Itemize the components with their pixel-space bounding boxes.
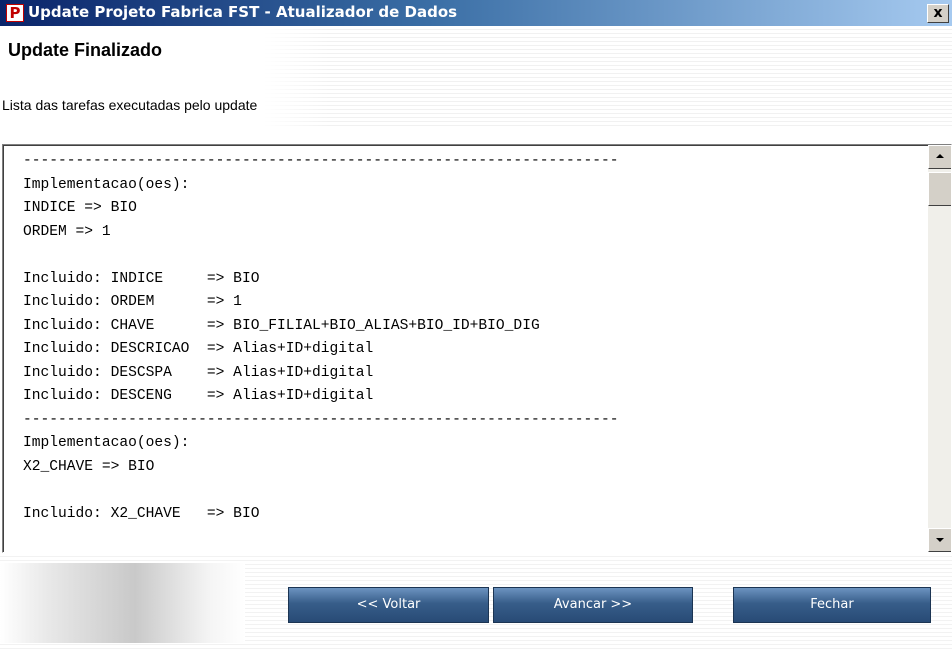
log-line: Incluido: X2_CHAVE => BIO — [23, 505, 260, 522]
log-line: X2_CHAVE => BIO — [23, 458, 155, 475]
task-log-content: ----------------------------------------… — [3, 145, 928, 552]
page-title: Update Finalizado — [8, 40, 163, 60]
close-window-button[interactable]: x — [927, 4, 949, 23]
log-line: Implementacao(oes): — [23, 435, 190, 451]
back-button[interactable]: << Voltar — [288, 587, 489, 623]
app-icon: P — [6, 4, 24, 22]
arrow-up-icon — [936, 154, 944, 158]
vertical-scrollbar[interactable] — [928, 145, 951, 552]
title-bar[interactable]: P Update Projeto Fabrica FST - Atualizad… — [0, 0, 952, 26]
footer-decoration — [0, 563, 245, 643]
arrow-down-icon — [936, 538, 944, 542]
next-button[interactable]: Avancar >> — [493, 587, 693, 623]
scroll-thumb[interactable] — [928, 172, 951, 206]
log-line: INDICE => BIO — [23, 200, 137, 216]
log-line: Implementacao(oes): — [23, 176, 190, 193]
log-line: ORDEM => 1 — [23, 223, 111, 240]
log-line: Incluido: DESCSPA => Alias+ID+digital — [23, 364, 374, 381]
scroll-up-button[interactable] — [928, 145, 951, 169]
window-title: Update Projeto Fabrica FST - Atualizador… — [28, 3, 458, 21]
page-subtitle: Lista das tarefas executadas pelo update — [2, 97, 258, 113]
log-line: Incluido: INDICE => BIO — [23, 270, 260, 287]
task-log-lines: ----------------------------------------… — [4, 150, 619, 526]
log-line: Incluido: CHAVE => BIO_FILIAL+BIO_ALIAS+… — [23, 317, 540, 334]
log-line: ----------------------------------------… — [23, 153, 619, 169]
log-line: ----------------------------------------… — [23, 411, 619, 428]
log-line: Incluido: ORDEM => 1 — [23, 294, 242, 310]
scroll-down-button[interactable] — [928, 528, 951, 552]
log-line: Incluido: DESCRICAO => Alias+ID+digital — [23, 341, 374, 357]
log-line: Incluido: DESCENG => Alias+ID+digital — [23, 388, 374, 404]
close-button[interactable]: Fechar — [733, 587, 931, 623]
task-log-textarea[interactable]: ----------------------------------------… — [2, 144, 952, 553]
